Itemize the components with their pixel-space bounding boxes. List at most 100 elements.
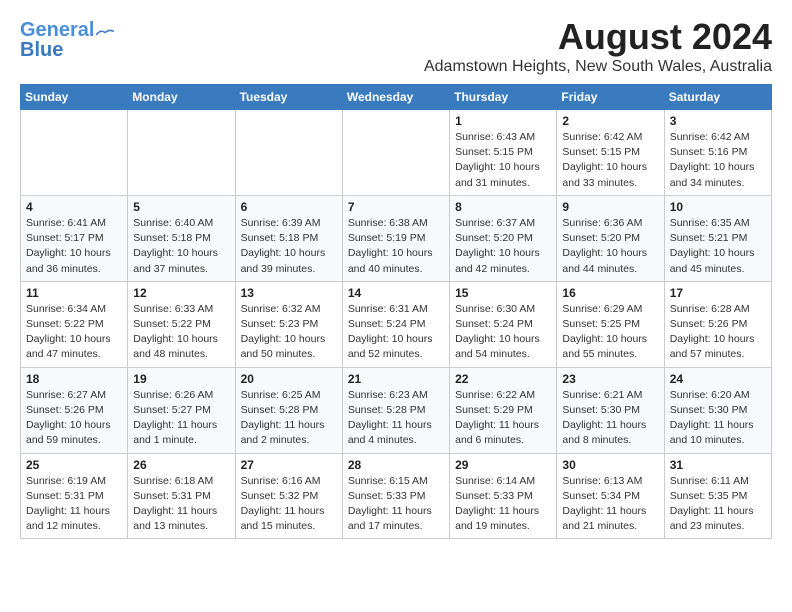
calendar-cell: 21Sunrise: 6:23 AMSunset: 5:28 PMDayligh… <box>342 367 449 453</box>
calendar-cell: 28Sunrise: 6:15 AMSunset: 5:33 PMDayligh… <box>342 453 449 539</box>
calendar-cell: 17Sunrise: 6:28 AMSunset: 5:26 PMDayligh… <box>664 281 771 367</box>
day-number: 11 <box>26 286 122 300</box>
weekday-header-monday: Monday <box>128 85 235 110</box>
day-number: 5 <box>133 200 229 214</box>
calendar-cell: 22 Sunrise: 6:22 AMSunset: 5:29 PMDayligh… <box>450 367 557 453</box>
day-info: Sunrise: 6:13 AMSunset: 5:34 PMDaylight:… <box>562 474 658 535</box>
day-number: 28 <box>348 458 444 472</box>
day-number: 16 <box>562 286 658 300</box>
day-info: Sunrise: 6:22 AMSunset: 5:29 PMDaylight:… <box>455 388 551 449</box>
calendar-cell: 18Sunrise: 6:27 AMSunset: 5:26 PMDayligh… <box>21 367 128 453</box>
day-info: Sunrise: 6:39 AMSunset: 5:18 PMDaylight:… <box>241 216 337 277</box>
day-number: 7 <box>348 200 444 214</box>
day-number: 1 <box>455 114 551 128</box>
day-number: 20 <box>241 372 337 386</box>
calendar-cell: 24 Sunrise: 6:20 AMSunset: 5:30 PMDayligh… <box>664 367 771 453</box>
calendar-cell: 30 Sunrise: 6:13 AMSunset: 5:34 PMDayligh… <box>557 453 664 539</box>
calendar-cell: 7 Sunrise: 6:38 AMSunset: 5:19 PMDaylight… <box>342 195 449 281</box>
day-info: Sunrise: 6:26 AMSunset: 5:27 PMDaylight:… <box>133 388 229 449</box>
calendar-week-1: 1 Sunrise: 6:43 AMSunset: 5:15 PMDaylight… <box>21 110 772 196</box>
day-info: Sunrise: 6:42 AMSunset: 5:15 PMDaylight:… <box>562 130 658 191</box>
day-number: 8 <box>455 200 551 214</box>
day-info: Sunrise: 6:34 AMSunset: 5:22 PMDaylight:… <box>26 302 122 363</box>
logo: General Blue <box>20 20 114 60</box>
calendar-cell: 27 Sunrise: 6:16 AMSunset: 5:32 PMDayligh… <box>235 453 342 539</box>
day-info: Sunrise: 6:31 AMSunset: 5:24 PMDaylight:… <box>348 302 444 363</box>
day-info: Sunrise: 6:36 AMSunset: 5:20 PMDaylight:… <box>562 216 658 277</box>
calendar-cell: 20 Sunrise: 6:25 AMSunset: 5:28 PMDayligh… <box>235 367 342 453</box>
calendar-header: SundayMondayTuesdayWednesdayThursdayFrid… <box>21 85 772 110</box>
calendar-cell: 31 Sunrise: 6:11 AMSunset: 5:35 PMDayligh… <box>664 453 771 539</box>
day-info: Sunrise: 6:41 AMSunset: 5:17 PMDaylight:… <box>26 216 122 277</box>
day-info: Sunrise: 6:20 AMSunset: 5:30 PMDaylight:… <box>670 388 766 449</box>
day-info: Sunrise: 6:21 AMSunset: 5:30 PMDaylight:… <box>562 388 658 449</box>
day-info: Sunrise: 6:42 AMSunset: 5:16 PMDaylight:… <box>670 130 766 191</box>
weekday-header-friday: Friday <box>557 85 664 110</box>
day-info: Sunrise: 6:35 AMSunset: 5:21 PMDaylight:… <box>670 216 766 277</box>
calendar-table: SundayMondayTuesdayWednesdayThursdayFrid… <box>20 84 772 539</box>
day-info: Sunrise: 6:32 AMSunset: 5:23 PMDaylight:… <box>241 302 337 363</box>
calendar-cell <box>21 110 128 196</box>
day-info: Sunrise: 6:38 AMSunset: 5:19 PMDaylight:… <box>348 216 444 277</box>
day-number: 2 <box>562 114 658 128</box>
weekday-header-thursday: Thursday <box>450 85 557 110</box>
calendar-cell: 15 Sunrise: 6:30 AMSunset: 5:24 PMDayligh… <box>450 281 557 367</box>
day-number: 30 <box>562 458 658 472</box>
day-info: Sunrise: 6:19 AMSunset: 5:31 PMDaylight:… <box>26 474 122 535</box>
day-info: Sunrise: 6:37 AMSunset: 5:20 PMDaylight:… <box>455 216 551 277</box>
calendar-cell: 25Sunrise: 6:19 AMSunset: 5:31 PMDayligh… <box>21 453 128 539</box>
day-info: Sunrise: 6:18 AMSunset: 5:31 PMDaylight:… <box>133 474 229 535</box>
day-info: Sunrise: 6:40 AMSunset: 5:18 PMDaylight:… <box>133 216 229 277</box>
day-info: Sunrise: 6:23 AMSunset: 5:28 PMDaylight:… <box>348 388 444 449</box>
day-number: 10 <box>670 200 766 214</box>
day-info: Sunrise: 6:29 AMSunset: 5:25 PMDaylight:… <box>562 302 658 363</box>
calendar-cell: 2 Sunrise: 6:42 AMSunset: 5:15 PMDaylight… <box>557 110 664 196</box>
day-info: Sunrise: 6:25 AMSunset: 5:28 PMDaylight:… <box>241 388 337 449</box>
calendar-cell: 8 Sunrise: 6:37 AMSunset: 5:20 PMDaylight… <box>450 195 557 281</box>
day-info: Sunrise: 6:43 AMSunset: 5:15 PMDaylight:… <box>455 130 551 191</box>
calendar-cell: 26Sunrise: 6:18 AMSunset: 5:31 PMDayligh… <box>128 453 235 539</box>
calendar-cell: 11 Sunrise: 6:34 AMSunset: 5:22 PMDayligh… <box>21 281 128 367</box>
calendar-week-2: 4 Sunrise: 6:41 AMSunset: 5:17 PMDaylight… <box>21 195 772 281</box>
day-number: 24 <box>670 372 766 386</box>
calendar-week-4: 18Sunrise: 6:27 AMSunset: 5:26 PMDayligh… <box>21 367 772 453</box>
weekday-header-row: SundayMondayTuesdayWednesdayThursdayFrid… <box>21 85 772 110</box>
title-area: August 2024 Adamstown Heights, New South… <box>424 16 772 76</box>
calendar-cell <box>128 110 235 196</box>
calendar-cell: 16 Sunrise: 6:29 AMSunset: 5:25 PMDayligh… <box>557 281 664 367</box>
day-info: Sunrise: 6:28 AMSunset: 5:26 PMDaylight:… <box>670 302 766 363</box>
day-number: 18 <box>26 372 122 386</box>
day-number: 31 <box>670 458 766 472</box>
day-number: 22 <box>455 372 551 386</box>
day-number: 3 <box>670 114 766 128</box>
calendar-cell: 6 Sunrise: 6:39 AMSunset: 5:18 PMDaylight… <box>235 195 342 281</box>
weekday-header-wednesday: Wednesday <box>342 85 449 110</box>
day-info: Sunrise: 6:30 AMSunset: 5:24 PMDaylight:… <box>455 302 551 363</box>
day-number: 4 <box>26 200 122 214</box>
weekday-header-tuesday: Tuesday <box>235 85 342 110</box>
calendar-cell: 19Sunrise: 6:26 AMSunset: 5:27 PMDayligh… <box>128 367 235 453</box>
calendar-cell: 12Sunrise: 6:33 AMSunset: 5:22 PMDayligh… <box>128 281 235 367</box>
day-number: 23 <box>562 372 658 386</box>
weekday-header-saturday: Saturday <box>664 85 771 110</box>
day-info: Sunrise: 6:16 AMSunset: 5:32 PMDaylight:… <box>241 474 337 535</box>
day-info: Sunrise: 6:33 AMSunset: 5:22 PMDaylight:… <box>133 302 229 363</box>
calendar-week-3: 11 Sunrise: 6:34 AMSunset: 5:22 PMDayligh… <box>21 281 772 367</box>
day-number: 13 <box>241 286 337 300</box>
day-number: 6 <box>241 200 337 214</box>
logo-text: General Blue <box>20 20 94 60</box>
calendar-body: 1 Sunrise: 6:43 AMSunset: 5:15 PMDaylight… <box>21 110 772 539</box>
day-number: 9 <box>562 200 658 214</box>
calendar-cell: 1 Sunrise: 6:43 AMSunset: 5:15 PMDaylight… <box>450 110 557 196</box>
page-title: August 2024 <box>424 16 772 58</box>
page-subtitle: Adamstown Heights, New South Wales, Aust… <box>424 58 772 76</box>
day-number: 29 <box>455 458 551 472</box>
day-info: Sunrise: 6:11 AMSunset: 5:35 PMDaylight:… <box>670 474 766 535</box>
calendar-cell <box>342 110 449 196</box>
day-number: 27 <box>241 458 337 472</box>
day-info: Sunrise: 6:14 AMSunset: 5:33 PMDaylight:… <box>455 474 551 535</box>
calendar-cell: 13 Sunrise: 6:32 AMSunset: 5:23 PMDayligh… <box>235 281 342 367</box>
day-number: 15 <box>455 286 551 300</box>
calendar-cell <box>235 110 342 196</box>
calendar-cell: 3 Sunrise: 6:42 AMSunset: 5:16 PMDaylight… <box>664 110 771 196</box>
